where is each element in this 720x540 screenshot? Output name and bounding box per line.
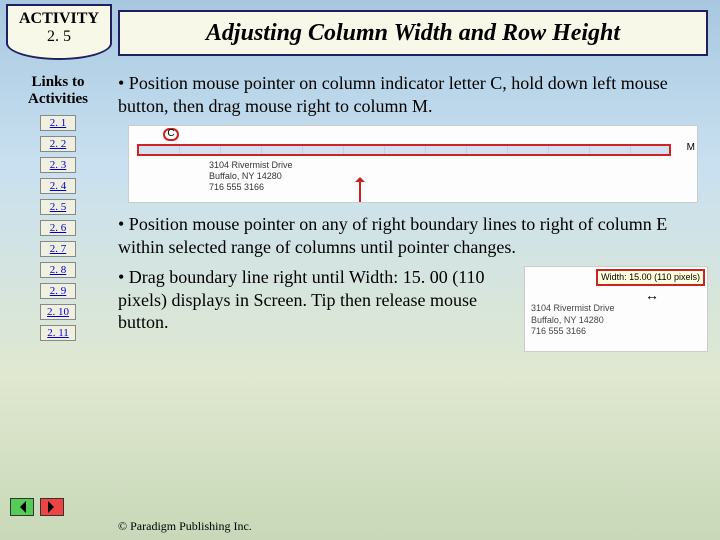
- page-title: Adjusting Column Width and Row Height: [206, 20, 620, 47]
- bullet-2: • Position mouse pointer on any of right…: [118, 213, 708, 258]
- figure-column-drag: C M 3104 Rivermist Drive Buffalo, NY 142…: [128, 125, 698, 203]
- prev-slide-button[interactable]: [10, 498, 34, 516]
- link-2-4[interactable]: 2. 4: [40, 178, 76, 194]
- link-2-7[interactable]: 2. 7: [40, 241, 76, 257]
- bullet-1: • Position mouse pointer on column indic…: [118, 72, 708, 117]
- link-2-8[interactable]: 2. 8: [40, 262, 76, 278]
- link-2-2[interactable]: 2. 2: [40, 136, 76, 152]
- selected-columns-bar: [137, 144, 671, 156]
- link-2-9[interactable]: 2. 9: [40, 283, 76, 299]
- arrow-left-icon: [14, 501, 26, 513]
- link-2-5[interactable]: 2. 5: [40, 199, 76, 215]
- figure-width-tooltip: Width: 15.00 (110 pixels) ↔ 3104 Rivermi…: [524, 266, 708, 352]
- sample-cell-text-2: 3104 Rivermist Drive Buffalo, NY 14280 7…: [531, 303, 615, 338]
- screentip-box: Width: 15.00 (110 pixels): [596, 269, 705, 286]
- title-bar: Adjusting Column Width and Row Height: [118, 10, 708, 56]
- link-2-11[interactable]: 2. 11: [40, 325, 76, 341]
- column-c-indicator: C: [163, 128, 179, 141]
- bullet-3: • Drag boundary line right until Width: …: [118, 266, 512, 334]
- links-heading: Links to Activities: [8, 74, 108, 107]
- copyright-text: © Paradigm Publishing Inc.: [118, 519, 252, 534]
- link-2-10[interactable]: 2. 10: [40, 304, 76, 320]
- red-arrow-icon: [359, 178, 361, 202]
- activity-number: 2. 5: [8, 28, 110, 46]
- next-slide-button[interactable]: [40, 498, 64, 516]
- sidebar: Links to Activities 2. 1 2. 2 2. 3 2. 4 …: [8, 74, 108, 346]
- sample-cell-text: 3104 Rivermist Drive Buffalo, NY 14280 7…: [209, 160, 293, 192]
- link-2-6[interactable]: 2. 6: [40, 220, 76, 236]
- activity-label: ACTIVITY: [8, 10, 110, 28]
- link-2-3[interactable]: 2. 3: [40, 157, 76, 173]
- nav-arrows: [10, 498, 64, 516]
- activity-badge: ACTIVITY 2. 5: [6, 4, 112, 60]
- resize-cursor-icon: ↔: [645, 287, 659, 305]
- arrow-right-icon: [48, 501, 60, 513]
- column-m-label: M: [687, 142, 695, 155]
- content-area: • Position mouse pointer on column indic…: [118, 72, 708, 352]
- link-2-1[interactable]: 2. 1: [40, 115, 76, 131]
